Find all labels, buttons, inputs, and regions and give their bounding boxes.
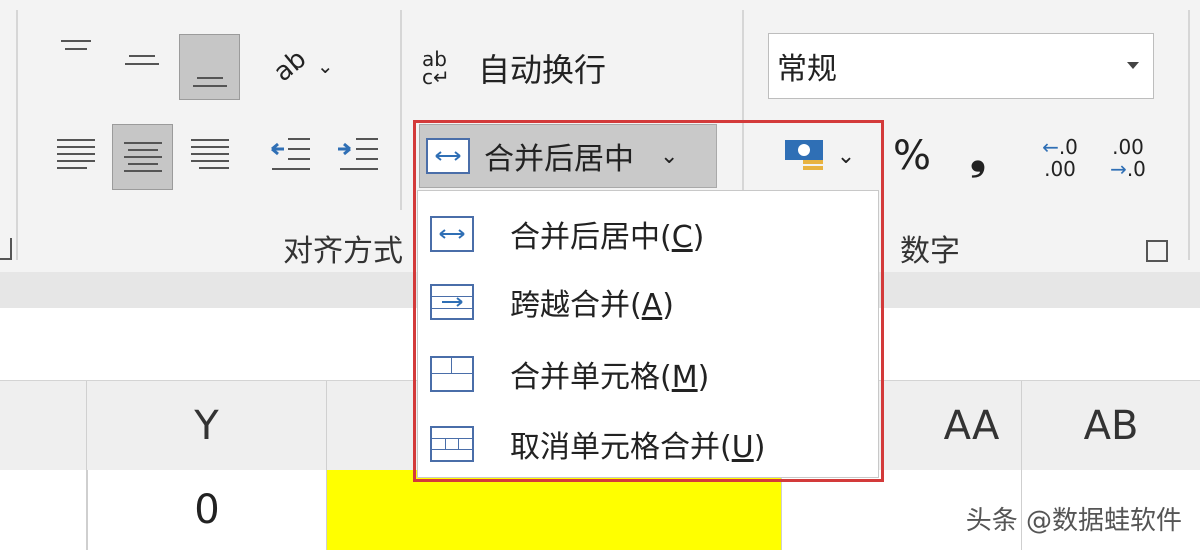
- decrease-decimal-top: .00: [1112, 135, 1144, 159]
- chevron-down-icon[interactable]: ⌄: [660, 144, 678, 169]
- wrap-text-button[interactable]: ab c↵ 自动换行: [422, 40, 632, 96]
- merge-center-icon: [430, 216, 474, 252]
- align-middle-icon: [125, 55, 159, 65]
- decrease-decimal-button[interactable]: .00 →.0: [1098, 128, 1158, 188]
- menu-item-unmerge-cells[interactable]: 取消单元格合并(U): [418, 409, 878, 479]
- increase-indent-icon: [338, 138, 378, 170]
- align-left-icon: [57, 139, 95, 169]
- unmerge-cells-icon: [430, 426, 474, 462]
- percent-icon: %: [892, 133, 931, 179]
- align-middle-button[interactable]: [116, 34, 168, 86]
- align-top-button[interactable]: [50, 32, 102, 84]
- chevron-down-icon: ⌄: [316, 54, 334, 78]
- comma-style-button[interactable]: ❟: [950, 128, 1006, 184]
- merge-center-label: 合并后居中: [484, 142, 634, 177]
- text-orientation-icon: ab: [268, 44, 313, 88]
- number-dialog-launcher-icon[interactable]: [1146, 240, 1168, 262]
- align-right-icon: [191, 139, 229, 169]
- menu-item-label: 合并单元格(M): [510, 360, 710, 395]
- align-top-icon: [61, 40, 91, 50]
- menu-item-merge-cells[interactable]: 合并单元格(M): [418, 339, 878, 409]
- increase-decimal-bottom: .00: [1044, 157, 1076, 181]
- number-format-select[interactable]: 常规: [768, 33, 1154, 99]
- dropdown-arrow-icon: [1127, 62, 1139, 69]
- orientation-button[interactable]: ab ⌄: [262, 40, 346, 92]
- currency-icon: [784, 140, 823, 170]
- accounting-format-button[interactable]: ⌄: [770, 128, 866, 184]
- menu-item-merge-center[interactable]: 合并后居中(C): [418, 199, 878, 269]
- menu-item-label: 取消单元格合并(U): [510, 430, 766, 465]
- number-group-label: 数字: [900, 234, 960, 269]
- menu-item-merge-across[interactable]: 跨越合并(A): [418, 267, 878, 337]
- merge-center-icon: [426, 138, 470, 174]
- decrease-indent-icon: [271, 138, 310, 170]
- merge-cells-icon: [430, 356, 474, 392]
- wrap-text-icon: ab c↵: [422, 47, 450, 89]
- alignment-group-label: 对齐方式: [283, 234, 403, 269]
- merge-dropdown-menu: 合并后居中(C) 跨越合并(A) 合并单元格(M) 取消单元格合并(U): [417, 190, 879, 478]
- number-format-value: 常规: [777, 52, 837, 87]
- column-header-y[interactable]: Y: [87, 381, 327, 471]
- separator: [16, 10, 18, 260]
- menu-item-label: 跨越合并(A): [510, 288, 674, 323]
- column-header-ab[interactable]: AB: [1022, 381, 1200, 471]
- align-left-button[interactable]: [50, 126, 102, 182]
- align-bottom-icon: [192, 77, 227, 87]
- percent-style-button[interactable]: %: [884, 128, 940, 184]
- cell-z-highlighted[interactable]: [327, 470, 782, 550]
- align-bottom-button[interactable]: [179, 34, 240, 100]
- decrease-indent-button[interactable]: [262, 126, 318, 182]
- decrease-decimal-bottom: →.0: [1110, 157, 1146, 181]
- increase-decimal-button[interactable]: ←.0 .00: [1030, 128, 1090, 188]
- align-center-icon: [123, 142, 162, 172]
- separator: [400, 10, 402, 210]
- wrap-text-label: 自动换行: [478, 51, 607, 89]
- menu-item-label: 合并后居中(C): [510, 220, 705, 255]
- cell-y[interactable]: 0: [87, 470, 327, 550]
- dialog-launcher-icon[interactable]: [0, 238, 12, 260]
- align-center-button[interactable]: [112, 124, 173, 190]
- increase-decimal-top: ←.0: [1042, 135, 1078, 159]
- chevron-down-icon: ⌄: [836, 143, 856, 169]
- merge-across-icon: [430, 284, 474, 320]
- cell-x[interactable]: [0, 470, 87, 550]
- increase-indent-button[interactable]: [330, 126, 386, 182]
- watermark: 头条 @数据蛙软件: [965, 506, 1182, 536]
- merge-center-button[interactable]: 合并后居中 ⌄: [419, 124, 717, 188]
- column-header-x[interactable]: [0, 381, 87, 471]
- separator: [742, 10, 744, 210]
- comma-icon: ❟: [970, 133, 986, 179]
- align-right-button[interactable]: [184, 126, 236, 182]
- separator: [1188, 10, 1190, 260]
